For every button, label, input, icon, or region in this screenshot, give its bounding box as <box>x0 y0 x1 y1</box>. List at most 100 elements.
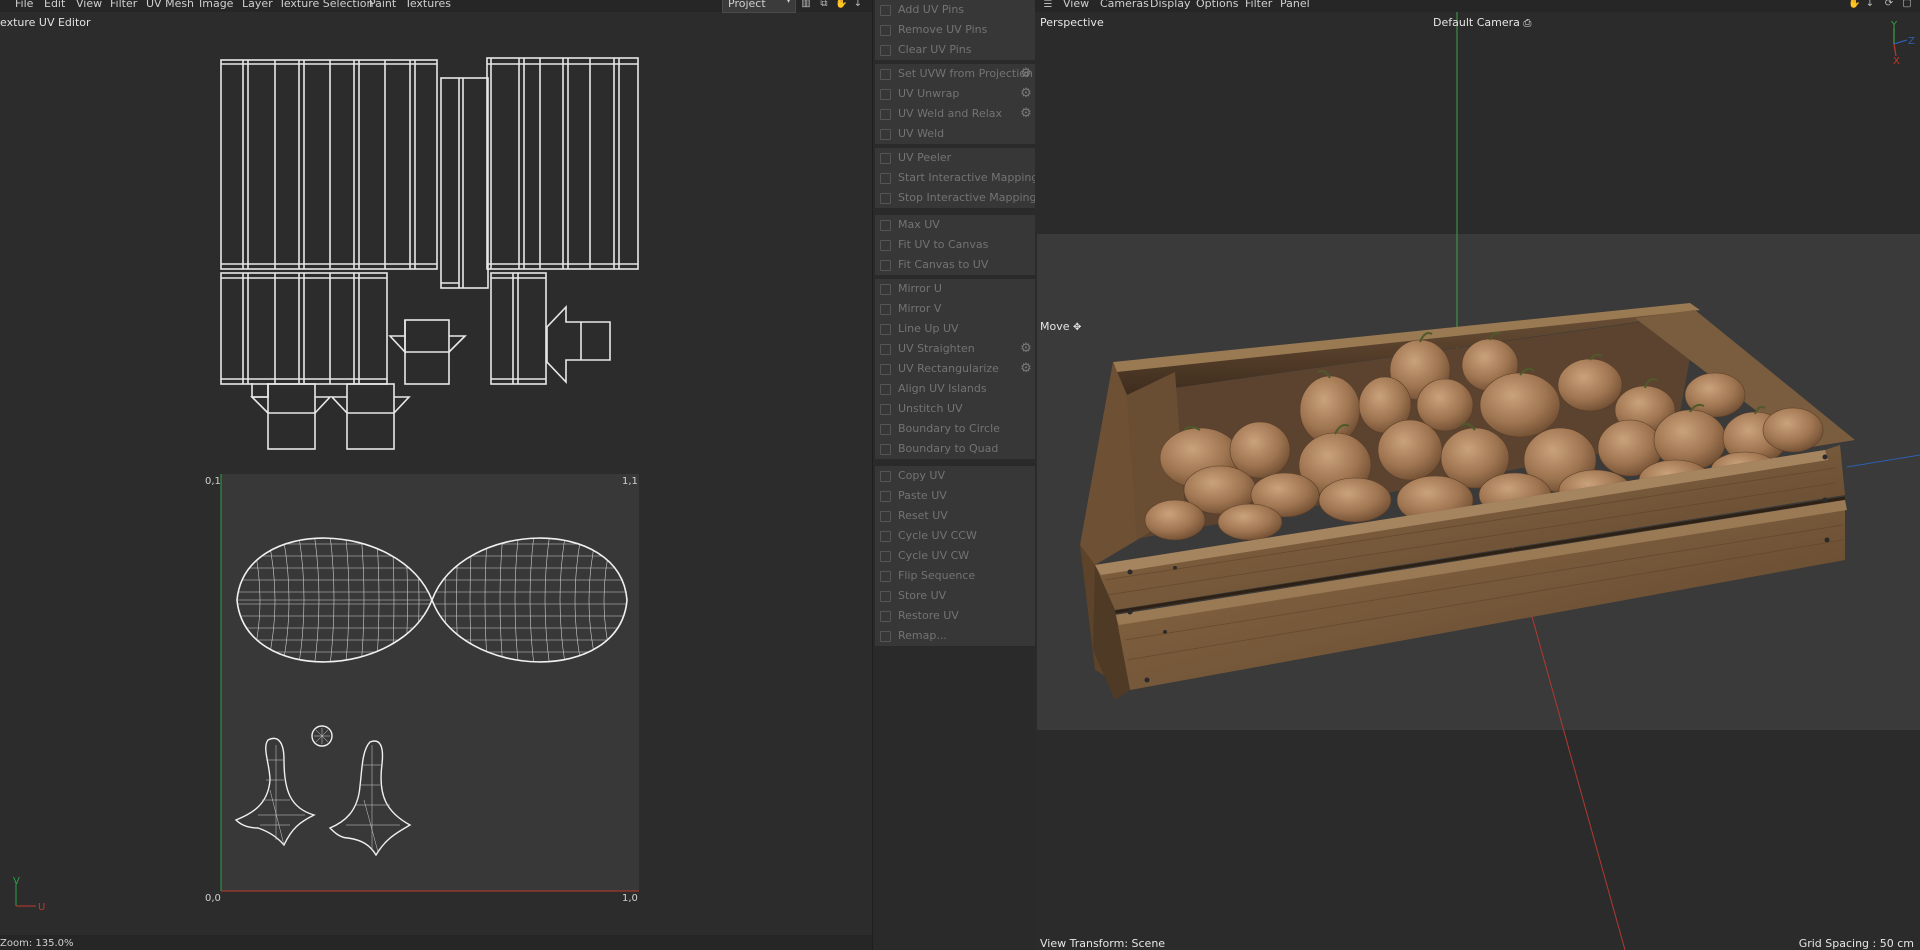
tool-name: Move <box>1040 320 1070 333</box>
tool-label: Fit UV to Canvas <box>898 238 989 251</box>
camera-name: Default Camera <box>1433 16 1520 29</box>
tool-item[interactable]: Unstitch UV <box>875 399 1035 419</box>
move-icon: ✥ <box>1073 322 1082 333</box>
tool-item[interactable]: Mirror V <box>875 299 1035 319</box>
reset-icon <box>880 511 891 522</box>
gizmo-z-label: Z <box>1908 36 1915 47</box>
tool-label: Reset UV <box>898 509 948 522</box>
tool-label: Remove UV Pins <box>898 23 988 36</box>
mirror-v-icon <box>880 304 891 315</box>
quad-icon <box>880 444 891 455</box>
tool-item[interactable]: Remap... <box>875 626 1035 646</box>
cycle-ccw-icon <box>880 531 891 542</box>
tool-item[interactable]: UV Rectangularize ⚙ <box>875 359 1035 379</box>
tool-label: Mirror U <box>898 282 942 295</box>
uv-tools-panel: Add UV Pins Remove UV Pins Clear UV Pins Se… <box>872 0 1039 950</box>
tool-label: UV Straighten <box>898 342 975 355</box>
tool-label: Restore UV <box>898 609 959 622</box>
tool-item[interactable]: Add UV Pins <box>875 0 1035 20</box>
active-tool-label: Move ✥ <box>1040 320 1081 333</box>
tool-item[interactable]: Cycle UV CW <box>875 546 1035 566</box>
tool-item[interactable]: Align UV Islands <box>875 379 1035 399</box>
mirror-u-icon <box>880 284 891 295</box>
tool-label: Line Up UV <box>898 322 959 335</box>
tool-group: Copy UV Paste UV Reset UV Cycle UV CCW Cycle… <box>875 466 1035 646</box>
zoom-level: Zoom: 135.0% <box>0 938 74 949</box>
camera-icon: ⎙ <box>1523 18 1532 29</box>
tool-group: Add UV Pins Remove UV Pins Clear UV Pins <box>875 0 1035 60</box>
gear-icon[interactable]: ⚙ <box>1019 342 1033 356</box>
view-transform-label: View Transform: Scene <box>1040 937 1166 950</box>
tool-label: Align UV Islands <box>898 382 987 395</box>
stop-icon <box>880 193 891 204</box>
viewport-projection-label: Perspective <box>1040 16 1104 29</box>
remap-icon <box>880 631 891 642</box>
tool-label: Fit Canvas to UV <box>898 258 989 271</box>
tool-item[interactable]: Reset UV <box>875 506 1035 526</box>
uv-editor-panel: File Edit View Filter UV Mesh Image Laye… <box>0 0 872 950</box>
close-icon <box>880 45 891 56</box>
tool-label: Cycle UV CW <box>898 549 970 562</box>
tool-item[interactable]: Restore UV <box>875 606 1035 626</box>
tool-item[interactable]: Max UV <box>875 215 1035 235</box>
tool-group: Set UVW from Projection ⚙ UV Unwrap ⚙ UV Wel… <box>875 64 1035 144</box>
tool-group: UV Peeler Start Interactive Mapping Stop I… <box>875 148 1039 208</box>
tool-item[interactable]: Store UV <box>875 586 1035 606</box>
kiwi-uv-islands: V U <box>13 474 639 913</box>
grid-spacing-label: Grid Spacing : 50 cm <box>1798 937 1914 950</box>
tool-item[interactable]: Boundary to Quad <box>875 439 1035 459</box>
tool-item[interactable]: Mirror U <box>875 279 1035 299</box>
tool-item[interactable]: Remove UV Pins <box>875 20 1035 40</box>
tool-item[interactable]: UV Straighten ⚙ <box>875 339 1035 359</box>
tool-item[interactable]: UV Unwrap ⚙ <box>875 84 1035 104</box>
max-uv-icon <box>880 220 891 231</box>
copy-icon <box>880 471 891 482</box>
tool-item[interactable]: Start Interactive Mapping <box>875 168 1039 188</box>
line-up-icon <box>880 324 891 335</box>
restore-icon <box>880 611 891 622</box>
flip-icon <box>880 571 891 582</box>
gear-icon[interactable]: ⚙ <box>1019 87 1033 101</box>
tool-item[interactable]: Fit Canvas to UV <box>875 255 1035 275</box>
fit-uv-icon <box>880 240 891 251</box>
gear-icon[interactable]: ⚙ <box>1019 67 1033 81</box>
unstitch-icon <box>880 404 891 415</box>
tool-item[interactable]: Fit UV to Canvas <box>875 235 1035 255</box>
tool-label: Cycle UV CCW <box>898 529 977 542</box>
peeler-icon <box>880 153 891 164</box>
tool-label: Unstitch UV <box>898 402 963 415</box>
circle-icon <box>880 424 891 435</box>
viewport-camera-label[interactable]: Default Camera ⎙ <box>1433 16 1531 29</box>
weld-relax-icon <box>880 109 891 120</box>
gear-icon[interactable]: ⚙ <box>1019 107 1033 121</box>
gizmo-y-label: Y <box>1890 20 1898 31</box>
tool-label: UV Peeler <box>898 151 952 164</box>
pin-remove-icon <box>880 25 891 36</box>
tool-item[interactable]: Line Up UV <box>875 319 1035 339</box>
axis-v-label: V <box>13 876 20 887</box>
tool-label: Remap... <box>898 629 947 642</box>
tool-label: Mirror V <box>898 302 942 315</box>
gizmo-x-label: X <box>1893 56 1900 67</box>
3d-viewport[interactable]: ☰ View Cameras Display Options Filter Pa… <box>1035 0 1920 950</box>
tool-item[interactable]: Flip Sequence <box>875 566 1035 586</box>
cycle-cw-icon <box>880 551 891 562</box>
tool-label: Set UVW from Projection <box>898 67 1033 80</box>
play-icon <box>880 173 891 184</box>
uv-statusbar <box>0 935 872 950</box>
tool-item[interactable]: UV Peeler <box>875 148 1035 168</box>
tool-item[interactable]: Stop Interactive Mapping <box>875 188 1036 208</box>
tool-item[interactable]: Copy UV <box>875 466 1035 486</box>
gear-icon[interactable]: ⚙ <box>1019 362 1033 376</box>
tool-item[interactable]: Clear UV Pins <box>875 40 1035 60</box>
tool-item[interactable]: UV Weld <box>875 124 1035 144</box>
align-icon <box>880 384 891 395</box>
tool-label: Start Interactive Mapping <box>898 171 1039 184</box>
tool-item[interactable]: Paste UV <box>875 486 1035 506</box>
paste-icon <box>880 491 891 502</box>
tool-item[interactable]: Boundary to Circle <box>875 419 1035 439</box>
tool-item[interactable]: Cycle UV CCW <box>875 526 1035 546</box>
tool-item[interactable]: Set UVW from Projection ⚙ <box>875 64 1035 84</box>
tool-label: Max UV <box>898 218 940 231</box>
tool-item[interactable]: UV Weld and Relax ⚙ <box>875 104 1035 124</box>
